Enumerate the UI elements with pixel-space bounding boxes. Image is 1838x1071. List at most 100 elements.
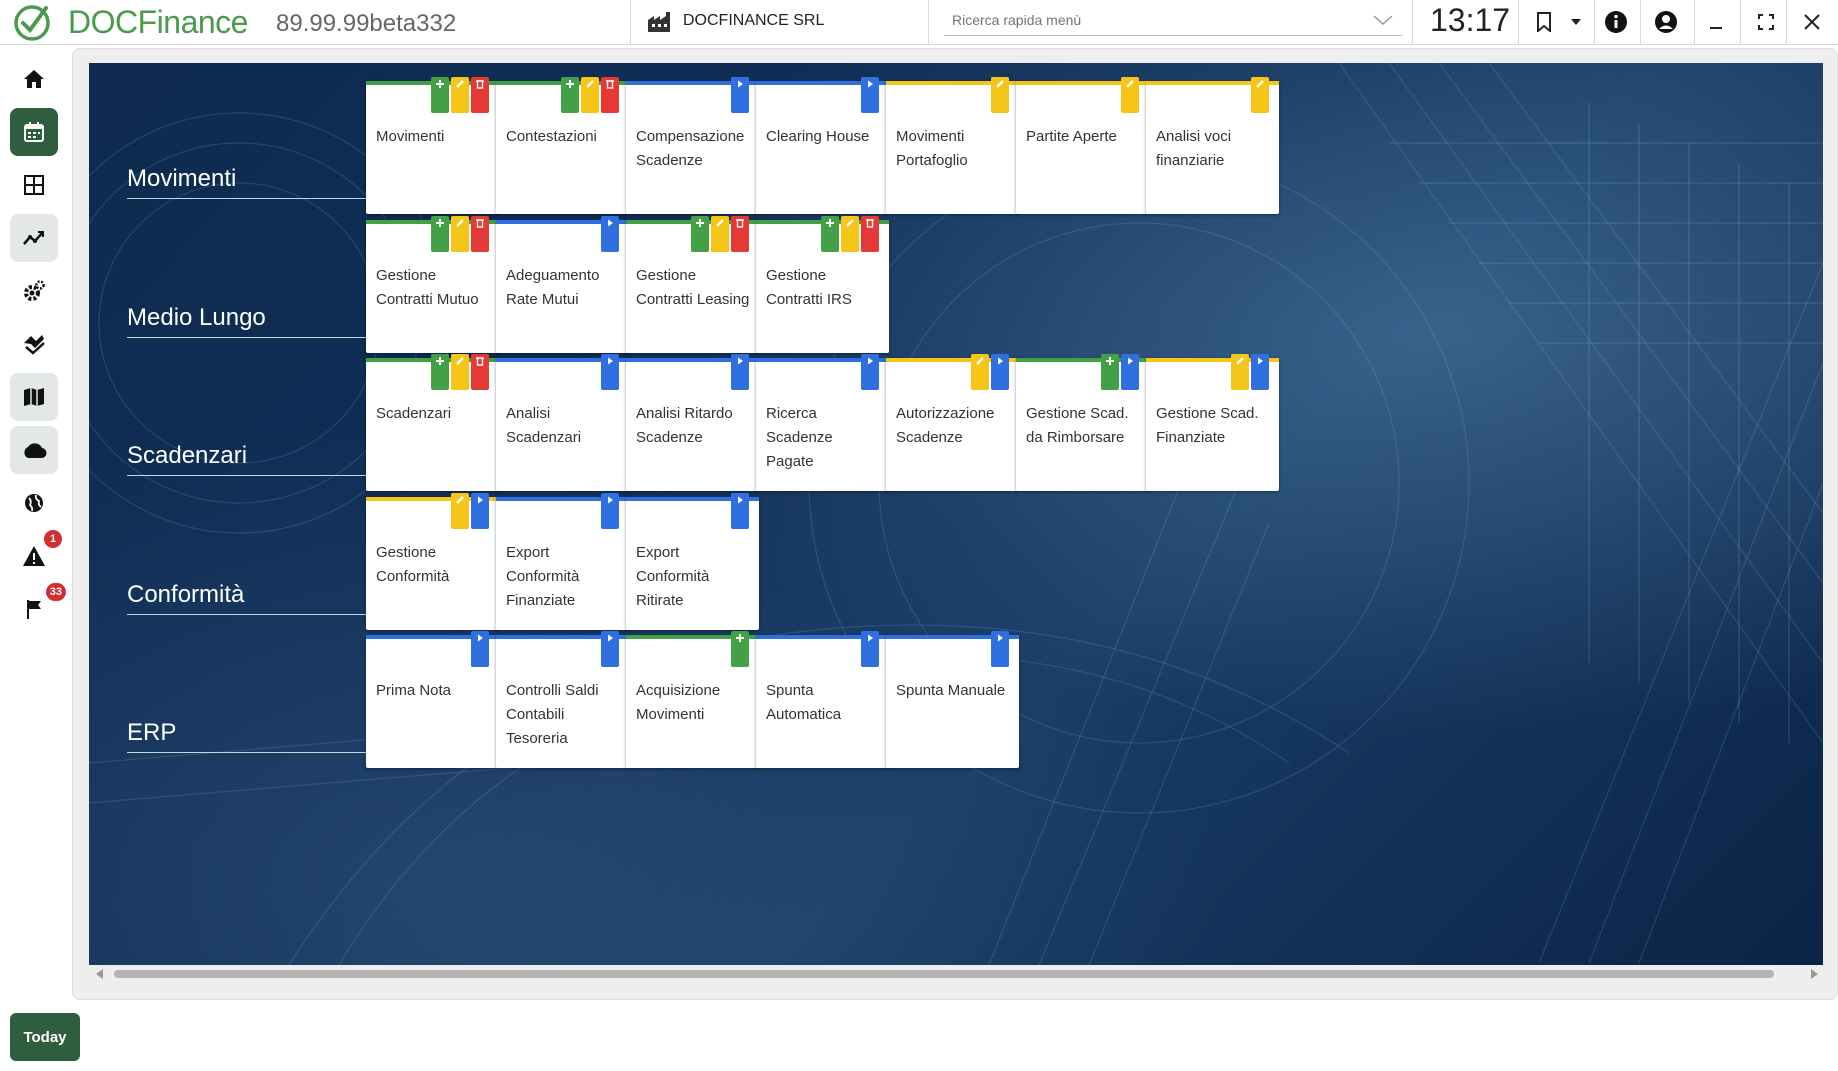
menu-tile[interactable]: Autorizzazione Scadenze xyxy=(886,354,1019,491)
open-play-icon[interactable] xyxy=(861,631,879,667)
sidebar-item-settings[interactable] xyxy=(10,267,58,315)
add-icon[interactable] xyxy=(731,631,749,667)
delete-trash-icon[interactable] xyxy=(861,216,879,252)
edit-pencil-icon[interactable] xyxy=(711,216,729,252)
menu-tile[interactable]: Gestione Contratti Leasing xyxy=(626,216,759,353)
sidebar-item-home[interactable] xyxy=(10,55,58,103)
menu-tile[interactable]: Gestione Scad. da Rimborsare xyxy=(1016,354,1149,491)
menu-tile[interactable]: Clearing House xyxy=(756,77,889,214)
open-play-icon[interactable] xyxy=(601,631,619,667)
open-play-icon[interactable] xyxy=(471,493,489,529)
delete-trash-icon[interactable] xyxy=(471,216,489,252)
add-icon[interactable] xyxy=(821,216,839,252)
scroll-left-icon[interactable] xyxy=(96,969,104,979)
add-icon[interactable] xyxy=(561,77,579,113)
edit-pencil-icon[interactable] xyxy=(451,216,469,252)
menu-tile[interactable]: Scadenzari xyxy=(366,354,499,491)
edit-pencil-icon[interactable] xyxy=(451,493,469,529)
menu-tile[interactable]: Analisi Ritardo Scadenze xyxy=(626,354,759,491)
sidebar-item-cloud[interactable] xyxy=(10,426,58,474)
account-icon[interactable] xyxy=(1652,8,1680,36)
menu-tile[interactable]: Acquisizione Movimenti xyxy=(626,631,759,768)
sidebar-item-agreements[interactable] xyxy=(10,320,58,368)
menu-tile[interactable]: Controlli Saldi Contabili Tesoreria xyxy=(496,631,629,768)
menu-tile[interactable]: Partite Aperte xyxy=(1016,77,1149,214)
open-play-icon[interactable] xyxy=(991,631,1009,667)
menu-tile[interactable]: Contestazioni xyxy=(496,77,629,214)
sidebar-item-alerts[interactable]: 1 xyxy=(10,530,62,580)
menu-tile[interactable]: Prima Nota xyxy=(366,631,499,768)
sidebar-item-calendar[interactable] xyxy=(10,108,58,156)
sidebar-item-analytics[interactable] xyxy=(10,214,58,262)
menu-tile[interactable]: Gestione Scad. Finanziate xyxy=(1146,354,1279,491)
delete-trash-icon[interactable] xyxy=(471,354,489,390)
company-name[interactable]: DOCFINANCE SRL xyxy=(683,12,824,30)
delete-trash-icon[interactable] xyxy=(471,77,489,113)
sidebar-item-grid[interactable] xyxy=(10,161,58,209)
menu-tile[interactable]: Analisi Scadenzari xyxy=(496,354,629,491)
clock: 13:17 xyxy=(1430,2,1511,38)
tile-action-flags xyxy=(861,354,879,390)
sidebar-item-web[interactable] xyxy=(10,479,58,527)
open-play-icon[interactable] xyxy=(731,493,749,529)
open-play-icon[interactable] xyxy=(1121,354,1139,390)
menu-tile[interactable]: Movimenti xyxy=(366,77,499,214)
horizontal-scrollbar[interactable] xyxy=(92,967,1822,981)
today-button[interactable]: Today xyxy=(10,1013,80,1061)
scroll-right-icon[interactable] xyxy=(1810,969,1818,979)
menu-tile[interactable]: Export Conformità Ritirate xyxy=(626,493,759,630)
menu-tile[interactable]: Spunta Automatica xyxy=(756,631,889,768)
globe-icon xyxy=(25,494,43,512)
menu-tile[interactable]: Gestione Contratti Mutuo xyxy=(366,216,499,353)
alerts-badge: 1 xyxy=(44,530,62,548)
open-play-icon[interactable] xyxy=(861,77,879,113)
menu-tile[interactable]: Spunta Manuale xyxy=(886,631,1019,768)
menu-tile[interactable]: Gestione Contratti IRS xyxy=(756,216,889,353)
menu-tile[interactable]: Compensazione Scadenze xyxy=(626,77,759,214)
edit-pencil-icon[interactable] xyxy=(581,77,599,113)
open-play-icon[interactable] xyxy=(731,77,749,113)
open-play-icon[interactable] xyxy=(861,354,879,390)
fullscreen-icon[interactable] xyxy=(1752,8,1780,36)
menu-tile[interactable]: Gestione Conformità xyxy=(366,493,499,630)
quick-menu-search[interactable] xyxy=(944,8,1402,36)
delete-trash-icon[interactable] xyxy=(731,216,749,252)
edit-pencil-icon[interactable] xyxy=(451,354,469,390)
open-play-icon[interactable] xyxy=(471,631,489,667)
scrollbar-thumb[interactable] xyxy=(114,970,1774,978)
edit-pencil-icon[interactable] xyxy=(1231,354,1249,390)
add-icon[interactable] xyxy=(431,77,449,113)
close-icon[interactable] xyxy=(1798,8,1826,36)
add-icon[interactable] xyxy=(1101,354,1119,390)
add-icon[interactable] xyxy=(431,216,449,252)
open-play-icon[interactable] xyxy=(731,354,749,390)
edit-pencil-icon[interactable] xyxy=(1251,77,1269,113)
open-play-icon[interactable] xyxy=(991,354,1009,390)
sidebar-item-map[interactable] xyxy=(10,373,58,421)
caret-down-icon[interactable] xyxy=(1562,8,1590,36)
edit-pencil-icon[interactable] xyxy=(971,354,989,390)
chevron-down-icon[interactable] xyxy=(1372,12,1394,28)
menu-tile[interactable]: Adeguamento Rate Mutui xyxy=(496,216,629,353)
open-play-icon[interactable] xyxy=(601,354,619,390)
add-icon[interactable] xyxy=(691,216,709,252)
edit-pencil-icon[interactable] xyxy=(991,77,1009,113)
menu-tile[interactable]: Ricerca Scadenze Pagate xyxy=(756,354,889,491)
open-play-icon[interactable] xyxy=(601,216,619,252)
menu-tile[interactable]: Movimenti Portafoglio xyxy=(886,77,1019,214)
add-icon[interactable] xyxy=(431,354,449,390)
search-input[interactable] xyxy=(952,12,1352,28)
edit-pencil-icon[interactable] xyxy=(451,77,469,113)
edit-pencil-icon[interactable] xyxy=(841,216,859,252)
minimize-icon[interactable] xyxy=(1702,8,1730,36)
edit-pencil-icon[interactable] xyxy=(1121,77,1139,113)
open-play-icon[interactable] xyxy=(601,493,619,529)
sidebar-item-flags[interactable]: 33 xyxy=(10,583,66,633)
delete-trash-icon[interactable] xyxy=(601,77,619,113)
bookmark-icon[interactable] xyxy=(1530,8,1558,36)
menu-tile[interactable]: Analisi voci finanziarie xyxy=(1146,77,1279,214)
menu-tile[interactable]: Export Conformità Finanziate xyxy=(496,493,629,630)
tile-action-flags xyxy=(861,631,879,667)
open-play-icon[interactable] xyxy=(1251,354,1269,390)
info-icon[interactable] xyxy=(1602,8,1630,36)
